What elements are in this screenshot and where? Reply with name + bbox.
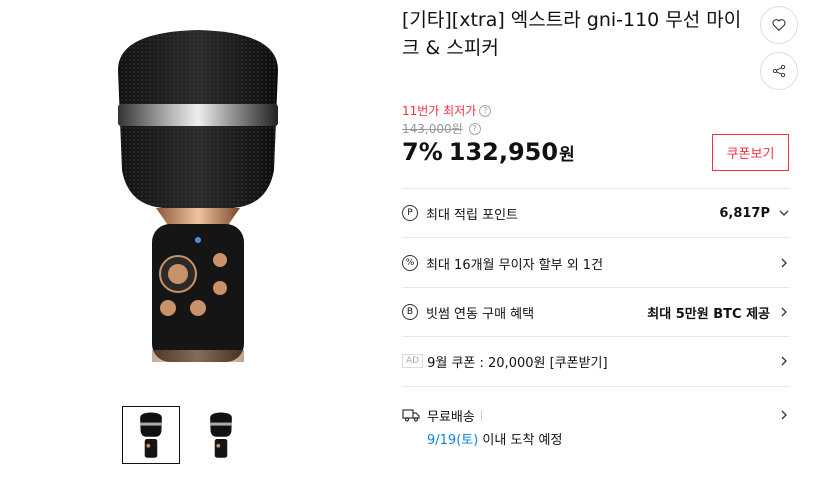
chevron-right-icon — [781, 307, 787, 317]
lowest-price-label: 11번가 최저가 ? — [402, 102, 492, 119]
percent-icon: % — [402, 255, 418, 271]
bitsum-row[interactable]: B 빗썸 연동 구매 혜택 최대 5만원 BTC 제공 — [402, 301, 790, 323]
points-value: 6,817P — [719, 205, 770, 221]
thumbnail-2[interactable] — [192, 406, 250, 464]
divider — [402, 336, 790, 337]
divider — [402, 237, 790, 238]
shipping-label: 무료배송 — [427, 409, 475, 425]
truck-icon — [402, 409, 420, 422]
divider — [402, 386, 790, 387]
delivery-estimate: 9/19(토) 이내 도착 예정 — [427, 429, 562, 448]
installment-row[interactable]: % 최대 16개월 무이자 할부 외 1건 — [402, 252, 790, 274]
shipping-row[interactable]: 무료배송 — [402, 404, 790, 426]
coupon-view-button[interactable]: 쿠폰보기 — [712, 134, 789, 171]
delivery-date: 9/19(토) — [427, 433, 479, 448]
chevron-right-icon — [781, 258, 787, 268]
price-currency: 원 — [559, 145, 575, 165]
discount-rate: 7% — [402, 138, 443, 166]
wishlist-button[interactable] — [760, 6, 798, 44]
chevron-right-icon — [781, 410, 787, 420]
original-price-text: 143,000원 — [402, 122, 463, 136]
installment-label: 최대 16개월 무이자 할부 외 1건 — [426, 257, 604, 273]
help-icon[interactable]: ? — [479, 104, 492, 117]
heart-icon — [772, 19, 786, 32]
product-title: [기타][xtra] 엑스트라 gni-110 무선 마이크 & 스피커 — [402, 9, 742, 59]
thumbnail-list — [122, 406, 250, 464]
bitcoin-icon: B — [402, 304, 418, 320]
help-icon[interactable]: ? — [468, 122, 481, 135]
ad-badge: AD — [402, 354, 424, 368]
separator — [480, 409, 482, 421]
points-label: 최대 적립 포인트 — [426, 207, 518, 223]
chevron-down-icon — [779, 210, 789, 216]
original-price: 143,000원 ? — [402, 120, 481, 137]
point-icon: P — [402, 205, 418, 221]
divider — [402, 287, 790, 288]
bitsum-value: 최대 5만원 BTC 제공 — [647, 306, 770, 322]
coupon-label: 9월 쿠폰 : 20,000원 [쿠폰받기] — [427, 355, 608, 371]
coupon-row[interactable]: AD 9월 쿠폰 : 20,000원 [쿠폰받기] — [402, 350, 790, 372]
chevron-right-icon — [781, 356, 787, 366]
lowest-price-text: 11번가 최저가 — [402, 104, 477, 118]
product-main-image — [88, 10, 308, 380]
sale-price: 7% 132,950 원 — [402, 138, 575, 166]
points-row[interactable]: P 최대 적립 포인트 6,817P — [402, 202, 790, 224]
delivery-text: 이내 도착 예정 — [478, 433, 563, 448]
bitsum-label: 빗썸 연동 구매 혜택 — [426, 306, 535, 322]
thumbnail-1[interactable] — [122, 406, 180, 464]
divider — [402, 188, 790, 189]
share-icon — [772, 64, 786, 78]
price-value: 132,950 — [448, 138, 559, 166]
share-button[interactable] — [760, 52, 798, 90]
